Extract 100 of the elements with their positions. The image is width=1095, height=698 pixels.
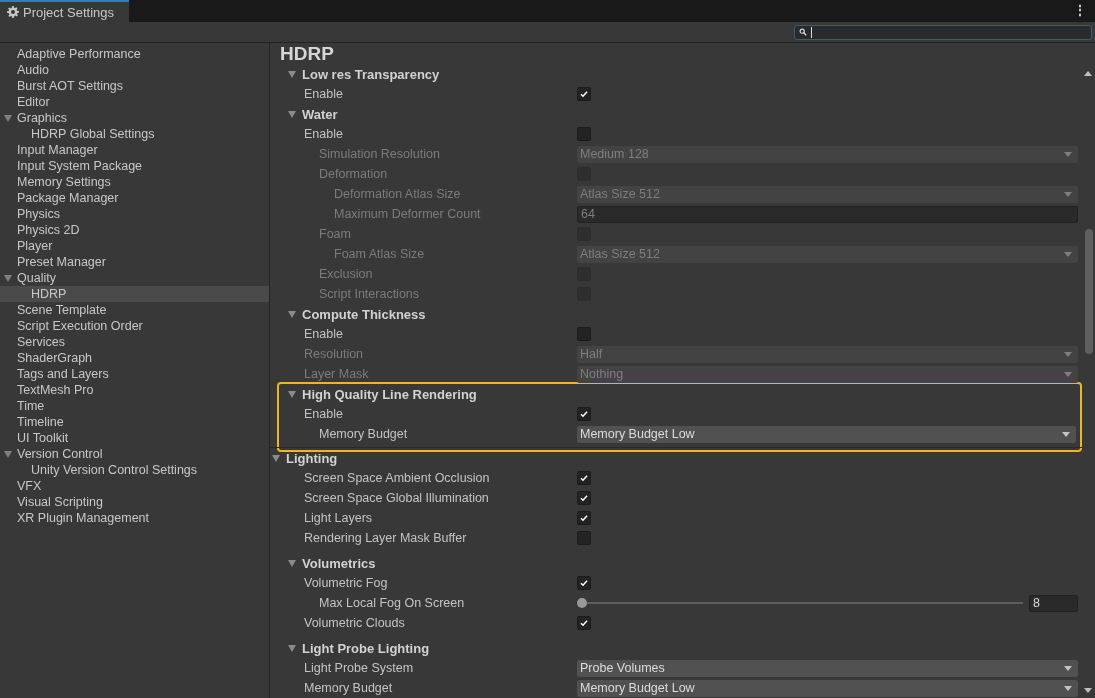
checkbox[interactable] [577,491,591,505]
checkmark-icon [579,578,589,588]
sidebar-item[interactable]: Physics [0,206,269,222]
field-label: Exclusion [318,267,374,281]
checkbox[interactable] [577,471,591,485]
sidebar-item[interactable]: Burst AOT Settings [0,78,269,94]
field-label: Volumetric Clouds [303,616,406,630]
sidebar-item[interactable]: Script Execution Order [0,318,269,334]
slider[interactable] [577,597,1023,609]
section-header[interactable]: High Quality Line Rendering [302,386,477,402]
sidebar-item[interactable]: Editor [0,94,269,110]
sidebar-item[interactable]: Preset Manager [0,254,269,270]
caret-icon [1064,151,1072,157]
sidebar-item[interactable]: Visual Scripting [0,494,269,510]
field-label: Memory Budget [318,427,409,441]
foldout-arrow-icon[interactable] [288,70,296,78]
field-label: Resolution [303,347,365,361]
caret-icon [1064,251,1072,257]
sidebar-item[interactable]: UI Toolkit [0,430,269,446]
field-label: Maximum Deformer Count [333,207,482,221]
section-header[interactable]: Water [302,106,338,122]
caret-icon [1064,665,1072,671]
up-arrow-icon[interactable] [1084,71,1092,76]
checkbox[interactable] [577,531,591,545]
foldout-arrow-icon[interactable] [288,310,296,318]
sidebar-item[interactable]: HDRP [0,286,269,302]
foldout-arrow-icon[interactable] [272,454,280,462]
checkbox[interactable] [577,576,591,590]
field-label: Max Local Fog On Screen [318,596,466,610]
checkbox[interactable] [577,407,591,421]
sidebar-item[interactable]: Unity Version Control Settings [0,462,269,478]
foldout-arrow-icon[interactable] [288,644,296,652]
foldout-arrow-icon[interactable] [288,390,296,398]
menu-button[interactable]: ⋮ [1065,0,1095,22]
checkmark-icon [579,409,589,419]
down-arrow-icon[interactable] [1084,688,1092,693]
sidebar-item[interactable]: Player [0,238,269,254]
field-label: Enable [303,127,344,141]
sidebar-item[interactable]: TextMesh Pro [0,382,269,398]
checkbox[interactable] [577,127,591,141]
field-label: Rendering Layer Mask Buffer [303,531,468,545]
dropdown[interactable]: Memory Budget Low [577,425,1076,443]
section-header[interactable]: Compute Thickness [302,306,426,322]
sidebar-item[interactable]: XR Plugin Management [0,510,269,526]
caret-icon [1064,685,1072,691]
sidebar-item[interactable]: Graphics [0,110,269,126]
search-field[interactable] [794,24,1092,40]
sidebar-item[interactable]: Timeline [0,414,269,430]
checkbox[interactable] [577,616,591,630]
sidebar-item[interactable]: ShaderGraph [0,350,269,366]
section-header[interactable]: Low res Transparency [302,66,440,82]
sidebar-item[interactable]: Memory Settings [0,174,269,190]
foldout-arrow-icon[interactable] [4,451,12,458]
checkbox[interactable] [577,87,591,101]
sidebar-item[interactable]: Input System Package [0,158,269,174]
sidebar-item[interactable]: Time [0,398,269,414]
field-label: Deformation [318,167,389,181]
caret-icon [1064,351,1072,357]
sidebar-item[interactable]: HDRP Global Settings [0,126,269,142]
sidebar-item[interactable]: Package Manager [0,190,269,206]
sidebar-item[interactable]: Version Control [0,446,269,462]
field-label: Screen Space Global Illumination [303,491,490,505]
scrollbar-thumb[interactable] [1085,229,1093,354]
field-label: Script Interactions [318,287,421,301]
sidebar-item[interactable]: Services [0,334,269,350]
sidebar-item[interactable]: Physics 2D [0,222,269,238]
field-label: Layer Mask [303,367,370,381]
field-label: Enable [303,327,344,341]
sidebar-item[interactable]: Adaptive Performance [0,46,269,62]
field-label: Foam Atlas Size [333,247,426,261]
field-label: Volumetric Fog [303,576,389,590]
sidebar-item[interactable]: Scene Template [0,302,269,318]
dropdown[interactable]: Memory Budget Low [577,679,1078,697]
gear-icon [7,6,19,18]
foldout-arrow-icon[interactable] [288,110,296,118]
search-icon [799,28,807,36]
caret-icon [1064,371,1072,377]
section-header[interactable]: Lighting [286,450,338,466]
field-label: Light Probe System [303,661,415,675]
sidebar-item[interactable]: VFX [0,478,269,494]
field-label: Screen Space Ambient Occlusion [303,471,491,485]
field-label: Enable [303,87,344,101]
section-header[interactable]: Light Probe Lighting [302,640,430,656]
window-tab[interactable]: Project Settings [0,0,129,22]
field-label: Deformation Atlas Size [333,187,462,201]
field-label: Light Layers [303,511,374,525]
field-label: Foam [318,227,352,241]
sidebar-item[interactable]: Input Manager [0,142,269,158]
section-header[interactable]: Volumetrics [302,555,376,571]
sidebar-item[interactable]: Audio [0,62,269,78]
checkmark-icon [579,618,589,628]
foldout-arrow-icon[interactable] [288,559,296,567]
caret-icon [1062,431,1070,437]
sidebar-item[interactable]: Tags and Layers [0,366,269,382]
number-field[interactable]: 8 [1029,594,1078,612]
foldout-arrow-icon[interactable] [4,115,12,122]
checkbox[interactable] [577,327,591,341]
dropdown[interactable]: Probe Volumes [577,659,1078,677]
field-label: Enable [303,407,344,421]
checkbox[interactable] [577,511,591,525]
